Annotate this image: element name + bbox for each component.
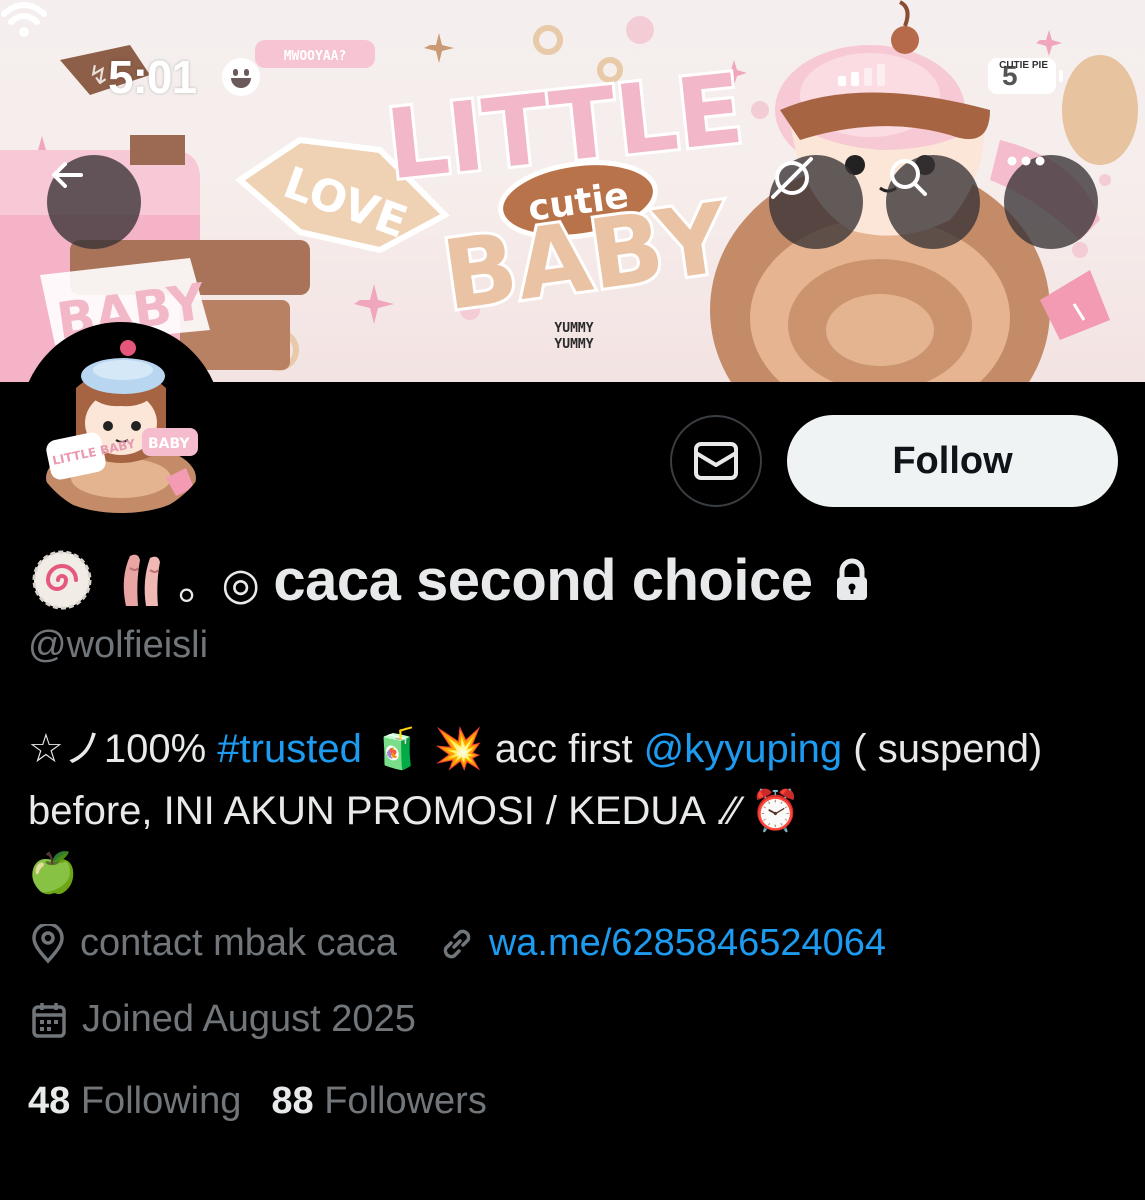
status-time: 5:01 xyxy=(108,51,197,103)
followers-count: 88 xyxy=(271,1080,314,1122)
envelope-icon xyxy=(694,442,738,480)
follow-stats: 48 Following 88 Followers xyxy=(28,1080,487,1123)
location-text: contact mbak caca xyxy=(80,922,397,964)
banner-title-line2: BABY xyxy=(436,181,735,332)
profile-meta-row: contact mbak caca wa.me/6285846524064 xyxy=(30,922,886,965)
bio-text: 🧃 💥 acc first xyxy=(361,727,644,771)
display-name-row: 。◎ caca second choice xyxy=(30,540,872,620)
search-button[interactable] xyxy=(886,155,980,249)
profile-bio: ☆ノ100% #trusted 🧃 💥 acc first @kyyuping … xyxy=(28,718,1118,904)
location-arrow-icon: ↯ xyxy=(88,60,110,90)
following-count: 48 xyxy=(28,1080,71,1122)
banner-subtext-2: YUMMY xyxy=(554,337,593,352)
user-handle: @wolfieisli xyxy=(28,624,209,666)
search-icon xyxy=(890,159,927,196)
ballet-shoes-icon xyxy=(123,554,160,606)
back-button[interactable] xyxy=(47,155,141,249)
battery-sticker: CUTIE PIE xyxy=(999,60,1048,71)
banner-subtext-1: YUMMY xyxy=(554,321,593,336)
grok-icon xyxy=(771,157,813,199)
joined-row: Joined August 2025 xyxy=(30,998,416,1041)
avatar-image: LITTLE BABY BABY xyxy=(26,328,216,518)
narutomaki-icon xyxy=(32,550,92,610)
avatar-badge-right: BABY xyxy=(148,436,190,452)
follow-button[interactable]: Follow xyxy=(787,415,1118,507)
banner-tag: MWOOYAA? xyxy=(284,49,347,64)
followers-label: Followers xyxy=(324,1080,487,1122)
bio-hashtag-link[interactable]: #trusted xyxy=(217,727,362,771)
cellular-signal-icon xyxy=(838,64,885,86)
bio-text: ☆ノ100% xyxy=(28,727,218,771)
link-icon xyxy=(443,929,471,958)
joined-date: Joined August 2025 xyxy=(82,998,416,1040)
arrow-left-icon xyxy=(52,162,83,188)
location-pin-icon xyxy=(32,923,64,964)
calendar-icon xyxy=(32,1002,66,1038)
avatar-frame: LITTLE BABY BABY xyxy=(20,322,222,524)
wifi-icon xyxy=(1,2,47,37)
name-prefix: 。◎ xyxy=(178,560,260,609)
followers-link[interactable]: 88 Followers xyxy=(271,1080,486,1123)
avatar[interactable]: LITTLE BABY BABY xyxy=(26,328,216,518)
bio-mention-link[interactable]: @kyyuping xyxy=(644,727,842,771)
display-name: caca second choice xyxy=(273,547,813,613)
following-link[interactable]: 48 Following xyxy=(28,1080,241,1123)
battery-indicator: 5 CUTIE PIE xyxy=(988,58,1063,94)
more-button[interactable] xyxy=(1004,155,1098,249)
message-button[interactable] xyxy=(670,415,762,507)
smiley-icon xyxy=(222,58,260,96)
lock-icon xyxy=(837,558,868,600)
more-icon xyxy=(1007,156,1045,166)
bio-apple-emoji: 🍏 xyxy=(28,851,78,895)
profile-banner[interactable]: LOVE BABY MWOOYAA? LITTLE cutie BABY YUM… xyxy=(0,0,1145,382)
grok-button[interactable] xyxy=(769,155,863,249)
following-label: Following xyxy=(80,1080,242,1122)
website-link[interactable]: wa.me/6285846524064 xyxy=(489,922,886,965)
